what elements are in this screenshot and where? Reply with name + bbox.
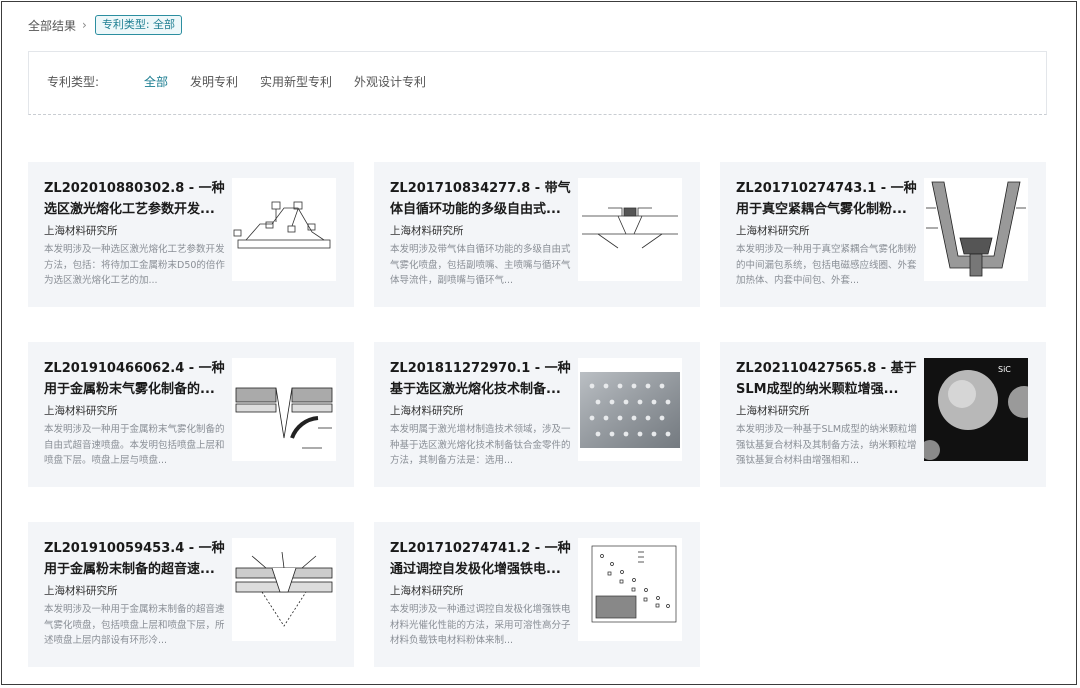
filter-option-design[interactable]: 外观设计专利	[354, 73, 426, 90]
patent-org: 上海材料研究所	[390, 405, 464, 417]
sem-label: SiC	[998, 365, 1011, 374]
patent-desc: 本发明涉及一种用于金属粉末制备的超音速气雾化喷盘，包括喷盘上层和喷盘下层，所述喷…	[44, 604, 225, 646]
patent-thumbnail[interactable]	[232, 538, 336, 641]
patent-thumbnail[interactable]	[232, 178, 336, 281]
patent-org: 上海材料研究所	[44, 585, 118, 597]
patent-title[interactable]: ZL201710274741.2 - 一种通过调控自发极化增强铁电...	[390, 538, 572, 580]
patent-desc: 本发明属于激光增材制造技术领域，涉及一种基于选区激光熔化技术制备钛合金零件的方法…	[390, 424, 571, 466]
schematic-drawing-image	[233, 201, 331, 249]
patent-card[interactable]: ZL201710834277.8 - 带气体自循环功能的多级自由式... 上海材…	[374, 162, 700, 307]
filter-option-utility-model[interactable]: 实用新型专利	[260, 73, 332, 90]
filter-option-all[interactable]: 全部	[144, 73, 168, 90]
patent-card[interactable]: ZL201910059453.4 - 一种用于金属粉末制备的超音速... 上海材…	[28, 522, 354, 667]
patent-org: 上海材料研究所	[736, 405, 810, 417]
patent-desc: 本发明涉及一种基于SLM成型的纳米颗粒增强钛基复合材料及其制备方法，纳米颗粒增强…	[736, 424, 918, 466]
patent-thumbnail[interactable]	[578, 538, 682, 641]
patent-thumbnail[interactable]	[578, 178, 682, 281]
patent-desc: 本发明涉及一种用于真空紧耦合气雾化制粉的中间漏包系统，包括电磁感应线圈、外套加热…	[736, 244, 917, 286]
crucible-drawing-image	[926, 181, 1026, 277]
breadcrumb: 全部结果 › 专利类型: 全部	[28, 14, 183, 36]
patent-org: 上海材料研究所	[44, 225, 118, 237]
patent-title[interactable]: ZL201710274743.1 - 一种用于真空紧耦合气雾化制粉...	[736, 178, 918, 220]
patent-desc: 本发明涉及一种通过调控自发极化增强铁电材料光催化性能的方法，采用可溶性高分子材料…	[390, 604, 571, 646]
filter-options: 全部 发明专利 实用新型专利 外观设计专利	[144, 73, 448, 90]
sem-photo-image: SiC	[924, 358, 1028, 461]
breadcrumb-root[interactable]: 全部结果	[28, 17, 76, 34]
patent-card[interactable]: ZL201811272970.1 - 一种基于选区激光熔化技术制备... 上海材…	[374, 342, 700, 487]
chevron-right-icon: ›	[82, 18, 87, 32]
patent-card[interactable]: ZL201710274743.1 - 一种用于真空紧耦合气雾化制粉... 上海材…	[720, 162, 1046, 307]
nozzle-drawing-image	[582, 207, 678, 249]
spray-disk-drawing-image	[235, 387, 333, 449]
lattice-photo-image	[580, 372, 680, 448]
patent-thumbnail[interactable]: SiC	[924, 358, 1028, 461]
patent-thumbnail[interactable]	[924, 178, 1028, 281]
patent-title[interactable]: ZL201710834277.8 - 带气体自循环功能的多级自由式...	[390, 178, 572, 220]
filter-chip[interactable]: 专利类型: 全部	[94, 15, 183, 35]
patent-org: 上海材料研究所	[736, 225, 810, 237]
patent-desc: 本发明涉及一种用于金属粉末气雾化制备的自由式超音速喷盘。本发明包括喷盘上层和喷盘…	[44, 424, 225, 466]
patent-org: 上海材料研究所	[390, 225, 464, 237]
patent-org: 上海材料研究所	[390, 585, 464, 597]
patent-card[interactable]: ZL201910466062.4 - 一种用于金属粉末气雾化制备的... 上海材…	[28, 342, 354, 487]
patent-title[interactable]: ZL201910466062.4 - 一种用于金属粉末气雾化制备的...	[44, 358, 226, 400]
patent-title[interactable]: ZL201910059453.4 - 一种用于金属粉末制备的超音速...	[44, 538, 226, 580]
patent-thumbnail[interactable]	[232, 358, 336, 461]
patent-title[interactable]: ZL202010880302.8 - 一种选区激光熔化工艺参数开发...	[44, 178, 226, 220]
patent-title[interactable]: ZL201811272970.1 - 一种基于选区激光熔化技术制备...	[390, 358, 572, 400]
filter-label: 专利类型:	[47, 75, 100, 89]
patent-card[interactable]: ZL201710274741.2 - 一种通过调控自发极化增强铁电... 上海材…	[374, 522, 700, 667]
filter-panel: 专利类型: 全部 发明专利 实用新型专利 外观设计专利	[28, 51, 1047, 115]
filter-option-invention[interactable]: 发明专利	[190, 73, 238, 90]
patent-desc: 本发明涉及带气体自循环功能的多级自由式气雾化喷盘，包括副喷嘴、主喷嘴与循环气体导…	[390, 244, 571, 286]
patent-title[interactable]: ZL202110427565.8 - 基于SLM成型的纳米颗粒增强...	[736, 358, 918, 400]
scatter-plot-image	[591, 545, 677, 623]
supersonic-nozzle-drawing-image	[235, 551, 333, 627]
page-frame: 全部结果 › 专利类型: 全部 专利类型: 全部 发明专利 实用新型专利 外观设…	[1, 1, 1077, 685]
patent-card[interactable]: ZL202110427565.8 - 基于SLM成型的纳米颗粒增强... 上海材…	[720, 342, 1046, 487]
patent-card[interactable]: ZL202010880302.8 - 一种选区激光熔化工艺参数开发... 上海材…	[28, 162, 354, 307]
patent-org: 上海材料研究所	[44, 405, 118, 417]
patent-thumbnail[interactable]	[578, 358, 682, 461]
patent-desc: 本发明涉及一种选区激光熔化工艺参数开发方法，包括：将待加工金属粉末D50的倍作为…	[44, 244, 225, 286]
